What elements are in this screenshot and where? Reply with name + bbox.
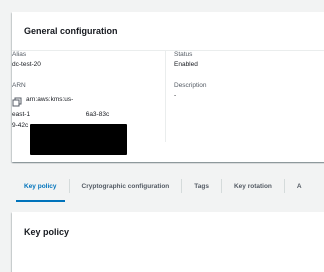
key-policy-header: Key policy [12,212,324,252]
key-policy-panel: Key policy [12,212,324,272]
tab-bar: Key policy Cryptographic configuration T… [12,174,324,202]
alias-field: Alias dc-test-20 [12,50,160,69]
tab-key-policy[interactable]: Key policy [12,174,69,202]
tab-cryptographic-configuration[interactable]: Cryptographic configuration [70,174,182,198]
key-policy-title: Key policy [24,227,70,237]
arn-field: ARN arn:aws:kms:us- east-1 6a3-83c 9-42c [12,81,160,130]
status-value: Enabled [174,61,198,68]
description-field: Description - [174,81,314,100]
alias-value: dc-test-20 [12,61,41,68]
arn-value-line2-start: east-1 [12,111,31,118]
status-field: Status Enabled [174,50,314,69]
arn-value-line2-end: 6a3-83c [85,111,110,118]
tab-tags[interactable]: Tags [182,174,221,198]
arn-row: arn:aws:kms:us- [12,94,160,107]
arn-label: ARN [12,82,26,89]
column-divider [165,50,166,142]
redaction-box [30,124,127,155]
right-column: Status Enabled Description - [174,50,314,112]
copy-icon[interactable] [12,94,22,107]
general-configuration-title: General configuration [24,26,118,36]
description-value: - [174,92,177,99]
tab-aliases[interactable]: A [285,174,314,198]
description-label: Description [174,82,207,89]
general-configuration-header: General configuration [12,12,324,51]
alias-label: Alias [12,51,27,58]
tab-key-rotation[interactable]: Key rotation [222,174,284,198]
arn-value-line1: arn:aws:kms:us- [26,95,74,103]
status-label: Status [174,51,193,58]
